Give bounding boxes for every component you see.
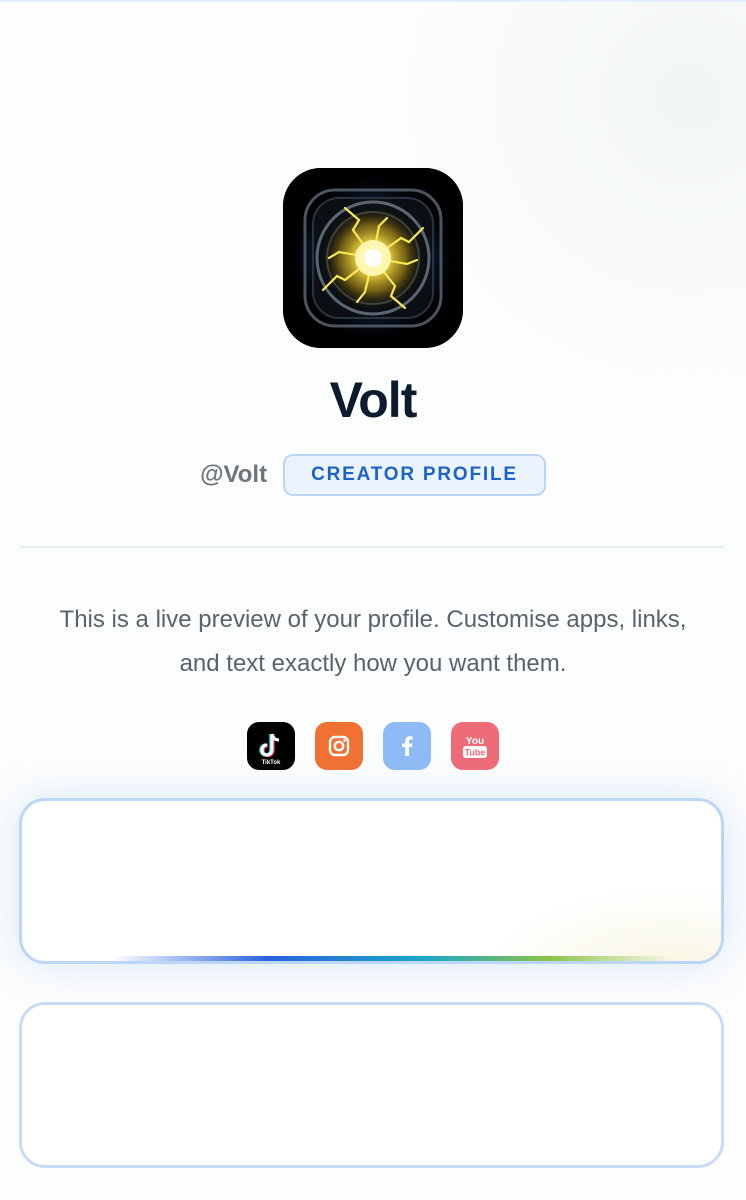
link-card-1[interactable] <box>19 798 724 964</box>
creator-profile-badge: CREATOR PROFILE <box>283 454 546 496</box>
profile-avatar <box>283 168 463 348</box>
instagram-icon <box>328 735 350 757</box>
facebook-icon <box>402 736 413 756</box>
youtube-link[interactable]: You Tube <box>451 722 499 770</box>
youtube-label-top: You <box>466 736 484 747</box>
facebook-link[interactable] <box>383 722 431 770</box>
electric-orb-icon <box>283 168 463 348</box>
instagram-link[interactable] <box>315 722 363 770</box>
social-links: TikTok You Tube <box>0 722 746 770</box>
profile-bio: This is a live preview of your profile. … <box>59 606 687 677</box>
card-accent-line <box>112 956 672 961</box>
card-glow <box>491 891 721 961</box>
profile-name: Volt <box>329 372 418 428</box>
tiktok-icon: TikTok <box>259 733 281 766</box>
tiktok-label: TikTok <box>262 760 281 766</box>
profile-handle: @Volt <box>200 461 268 488</box>
youtube-label-bottom: Tube <box>465 748 486 758</box>
youtube-icon: You Tube <box>463 736 487 758</box>
link-card-2[interactable] <box>19 1002 724 1168</box>
tiktok-link[interactable]: TikTok <box>247 722 295 770</box>
profile-preview-page: Volt @Volt CREATOR PROFILE This is a liv… <box>0 0 746 1200</box>
profile-handle-row: @Volt CREATOR PROFILE <box>0 452 746 498</box>
section-divider <box>19 546 725 548</box>
